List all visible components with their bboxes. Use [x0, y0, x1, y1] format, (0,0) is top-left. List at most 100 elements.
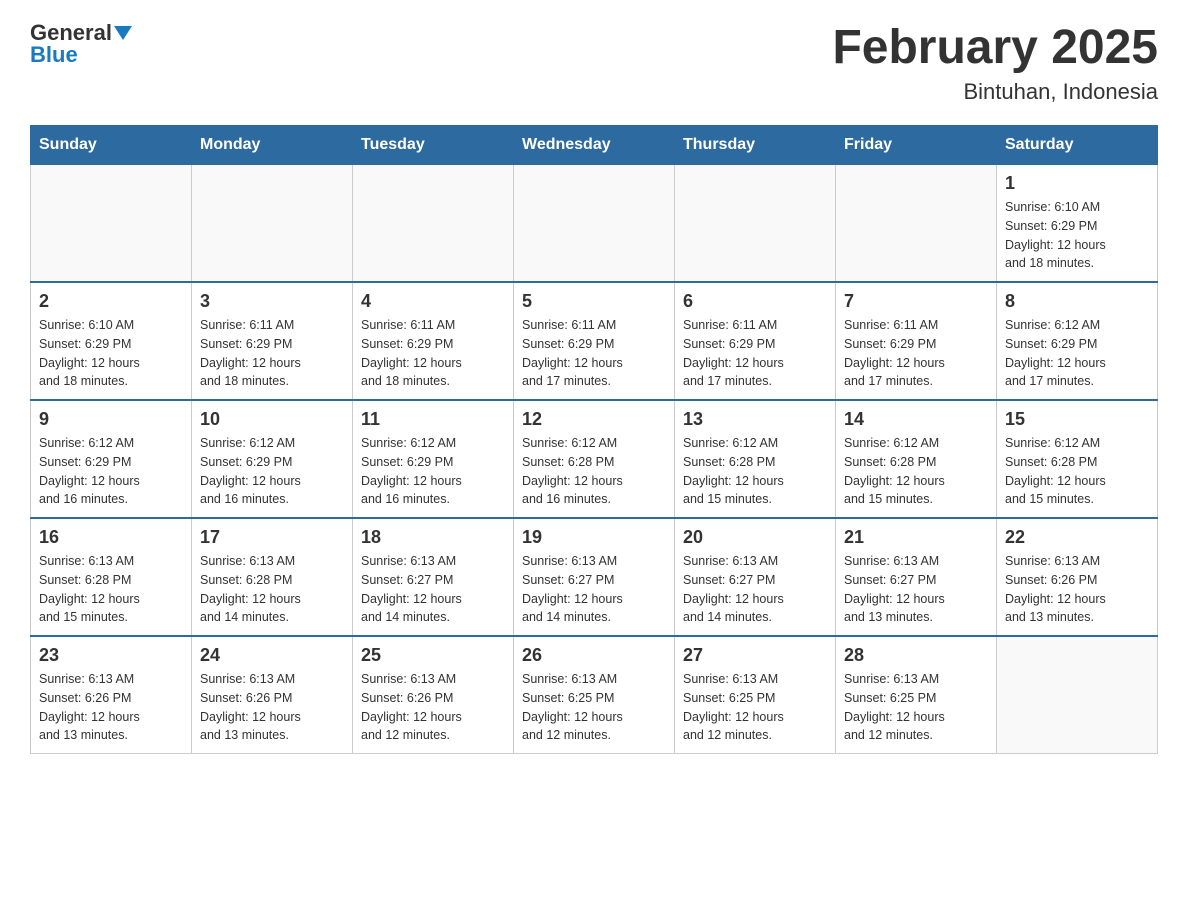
calendar-cell: 18 Sunrise: 6:13 AMSunset: 6:27 PMDayligh…: [353, 518, 514, 636]
logo: General Blue: [30, 20, 132, 68]
calendar-cell: 4 Sunrise: 6:11 AMSunset: 6:29 PMDaylight…: [353, 282, 514, 400]
calendar-cell: 23 Sunrise: 6:13 AMSunset: 6:26 PMDayligh…: [31, 636, 192, 754]
calendar-cell: 1 Sunrise: 6:10 AMSunset: 6:29 PMDaylight…: [997, 165, 1158, 283]
day-number: 24: [200, 645, 344, 666]
day-info: Sunrise: 6:12 AMSunset: 6:29 PMDaylight:…: [39, 434, 183, 509]
day-info: Sunrise: 6:13 AMSunset: 6:28 PMDaylight:…: [200, 552, 344, 627]
calendar-cell: 20 Sunrise: 6:13 AMSunset: 6:27 PMDayligh…: [675, 518, 836, 636]
day-info: Sunrise: 6:13 AMSunset: 6:27 PMDaylight:…: [844, 552, 988, 627]
day-number: 17: [200, 527, 344, 548]
day-info: Sunrise: 6:13 AMSunset: 6:27 PMDaylight:…: [361, 552, 505, 627]
day-info: Sunrise: 6:12 AMSunset: 6:29 PMDaylight:…: [200, 434, 344, 509]
day-info: Sunrise: 6:10 AMSunset: 6:29 PMDaylight:…: [39, 316, 183, 391]
day-info: Sunrise: 6:13 AMSunset: 6:26 PMDaylight:…: [39, 670, 183, 745]
day-header-tuesday: Tuesday: [353, 126, 514, 165]
day-number: 16: [39, 527, 183, 548]
calendar-cell: 26 Sunrise: 6:13 AMSunset: 6:25 PMDayligh…: [514, 636, 675, 754]
day-header-saturday: Saturday: [997, 126, 1158, 165]
week-row-5: 23 Sunrise: 6:13 AMSunset: 6:26 PMDayligh…: [31, 636, 1158, 754]
calendar-cell: [192, 165, 353, 283]
calendar-cell: 16Sunrise: 6:13 AMSunset: 6:28 PMDayligh…: [31, 518, 192, 636]
week-row-2: 2Sunrise: 6:10 AMSunset: 6:29 PMDaylight…: [31, 282, 1158, 400]
day-number: 27: [683, 645, 827, 666]
day-info: Sunrise: 6:13 AMSunset: 6:26 PMDaylight:…: [361, 670, 505, 745]
calendar-cell: 28Sunrise: 6:13 AMSunset: 6:25 PMDayligh…: [836, 636, 997, 754]
day-number: 15: [1005, 409, 1149, 430]
calendar-cell: 21 Sunrise: 6:13 AMSunset: 6:27 PMDayligh…: [836, 518, 997, 636]
day-number: 1: [1005, 173, 1149, 194]
day-header-sunday: Sunday: [31, 126, 192, 165]
calendar-cell: [31, 165, 192, 283]
day-info: Sunrise: 6:11 AMSunset: 6:29 PMDaylight:…: [844, 316, 988, 391]
calendar-header: SundayMondayTuesdayWednesdayThursdayFrid…: [31, 126, 1158, 165]
day-number: 26: [522, 645, 666, 666]
day-header-thursday: Thursday: [675, 126, 836, 165]
days-of-week-row: SundayMondayTuesdayWednesdayThursdayFrid…: [31, 126, 1158, 165]
title-section: February 2025 Bintuhan, Indonesia: [832, 20, 1158, 105]
day-number: 4: [361, 291, 505, 312]
calendar-cell: 3Sunrise: 6:11 AMSunset: 6:29 PMDaylight…: [192, 282, 353, 400]
page-header: General Blue February 2025 Bintuhan, Ind…: [30, 20, 1158, 105]
day-number: 22: [1005, 527, 1149, 548]
calendar-cell: 19 Sunrise: 6:13 AMSunset: 6:27 PMDayligh…: [514, 518, 675, 636]
day-header-friday: Friday: [836, 126, 997, 165]
day-info: Sunrise: 6:12 AMSunset: 6:28 PMDaylight:…: [683, 434, 827, 509]
day-info: Sunrise: 6:13 AMSunset: 6:27 PMDaylight:…: [522, 552, 666, 627]
calendar-cell: 24 Sunrise: 6:13 AMSunset: 6:26 PMDayligh…: [192, 636, 353, 754]
day-number: 6: [683, 291, 827, 312]
calendar-cell: [836, 165, 997, 283]
day-number: 10: [200, 409, 344, 430]
day-info: Sunrise: 6:13 AMSunset: 6:26 PMDaylight:…: [200, 670, 344, 745]
day-number: 20: [683, 527, 827, 548]
calendar-cell: 8Sunrise: 6:12 AMSunset: 6:29 PMDaylight…: [997, 282, 1158, 400]
day-info: Sunrise: 6:12 AMSunset: 6:28 PMDaylight:…: [844, 434, 988, 509]
day-number: 13: [683, 409, 827, 430]
day-info: Sunrise: 6:12 AMSunset: 6:28 PMDaylight:…: [1005, 434, 1149, 509]
calendar-cell: 10 Sunrise: 6:12 AMSunset: 6:29 PMDayligh…: [192, 400, 353, 518]
day-info: Sunrise: 6:13 AMSunset: 6:25 PMDaylight:…: [683, 670, 827, 745]
day-number: 25: [361, 645, 505, 666]
month-title: February 2025: [832, 20, 1158, 75]
calendar-cell: 7 Sunrise: 6:11 AMSunset: 6:29 PMDaylight…: [836, 282, 997, 400]
calendar-cell: [997, 636, 1158, 754]
logo-blue-text: Blue: [30, 42, 78, 68]
day-info: Sunrise: 6:11 AMSunset: 6:29 PMDaylight:…: [361, 316, 505, 391]
day-info: Sunrise: 6:13 AMSunset: 6:25 PMDaylight:…: [522, 670, 666, 745]
calendar-cell: [353, 165, 514, 283]
calendar-cell: [675, 165, 836, 283]
day-number: 19: [522, 527, 666, 548]
day-info: Sunrise: 6:11 AMSunset: 6:29 PMDaylight:…: [522, 316, 666, 391]
calendar-cell: 9 Sunrise: 6:12 AMSunset: 6:29 PMDaylight…: [31, 400, 192, 518]
day-info: Sunrise: 6:12 AMSunset: 6:29 PMDaylight:…: [361, 434, 505, 509]
day-number: 7: [844, 291, 988, 312]
day-number: 9: [39, 409, 183, 430]
day-info: Sunrise: 6:10 AMSunset: 6:29 PMDaylight:…: [1005, 198, 1149, 273]
day-number: 21: [844, 527, 988, 548]
day-info: Sunrise: 6:11 AMSunset: 6:29 PMDaylight:…: [683, 316, 827, 391]
week-row-1: 1 Sunrise: 6:10 AMSunset: 6:29 PMDaylight…: [31, 165, 1158, 283]
day-number: 12: [522, 409, 666, 430]
calendar-cell: 15 Sunrise: 6:12 AMSunset: 6:28 PMDayligh…: [997, 400, 1158, 518]
week-row-4: 16 Sunrise: 6:13 AMSunset: 6:28 PMDayligh…: [31, 518, 1158, 636]
calendar-cell: 11Sunrise: 6:12 AMSunset: 6:29 PMDayligh…: [353, 400, 514, 518]
day-info: Sunrise: 6:12 AMSunset: 6:29 PMDaylight:…: [1005, 316, 1149, 391]
day-info: Sunrise: 6:12 AMSunset: 6:28 PMDaylight:…: [522, 434, 666, 509]
day-number: 23: [39, 645, 183, 666]
day-info: Sunrise: 6:13 AMSunset: 6:26 PMDaylight:…: [1005, 552, 1149, 627]
calendar-body: 1 Sunrise: 6:10 AMSunset: 6:29 PMDaylight…: [31, 165, 1158, 754]
calendar-table: SundayMondayTuesdayWednesdayThursdayFrid…: [30, 125, 1158, 754]
day-header-monday: Monday: [192, 126, 353, 165]
day-number: 18: [361, 527, 505, 548]
day-info: Sunrise: 6:13 AMSunset: 6:25 PMDaylight:…: [844, 670, 988, 745]
day-info: Sunrise: 6:13 AMSunset: 6:27 PMDaylight:…: [683, 552, 827, 627]
calendar-cell: 6 Sunrise: 6:11 AMSunset: 6:29 PMDaylight…: [675, 282, 836, 400]
calendar-cell: 14Sunrise: 6:12 AMSunset: 6:28 PMDayligh…: [836, 400, 997, 518]
calendar-cell: 13 Sunrise: 6:12 AMSunset: 6:28 PMDayligh…: [675, 400, 836, 518]
calendar-cell: 5 Sunrise: 6:11 AMSunset: 6:29 PMDaylight…: [514, 282, 675, 400]
calendar-cell: [514, 165, 675, 283]
location-title: Bintuhan, Indonesia: [832, 79, 1158, 105]
logo-triangle-icon: [114, 26, 132, 40]
day-number: 5: [522, 291, 666, 312]
calendar-cell: 27 Sunrise: 6:13 AMSunset: 6:25 PMDayligh…: [675, 636, 836, 754]
day-info: Sunrise: 6:11 AMSunset: 6:29 PMDaylight:…: [200, 316, 344, 391]
